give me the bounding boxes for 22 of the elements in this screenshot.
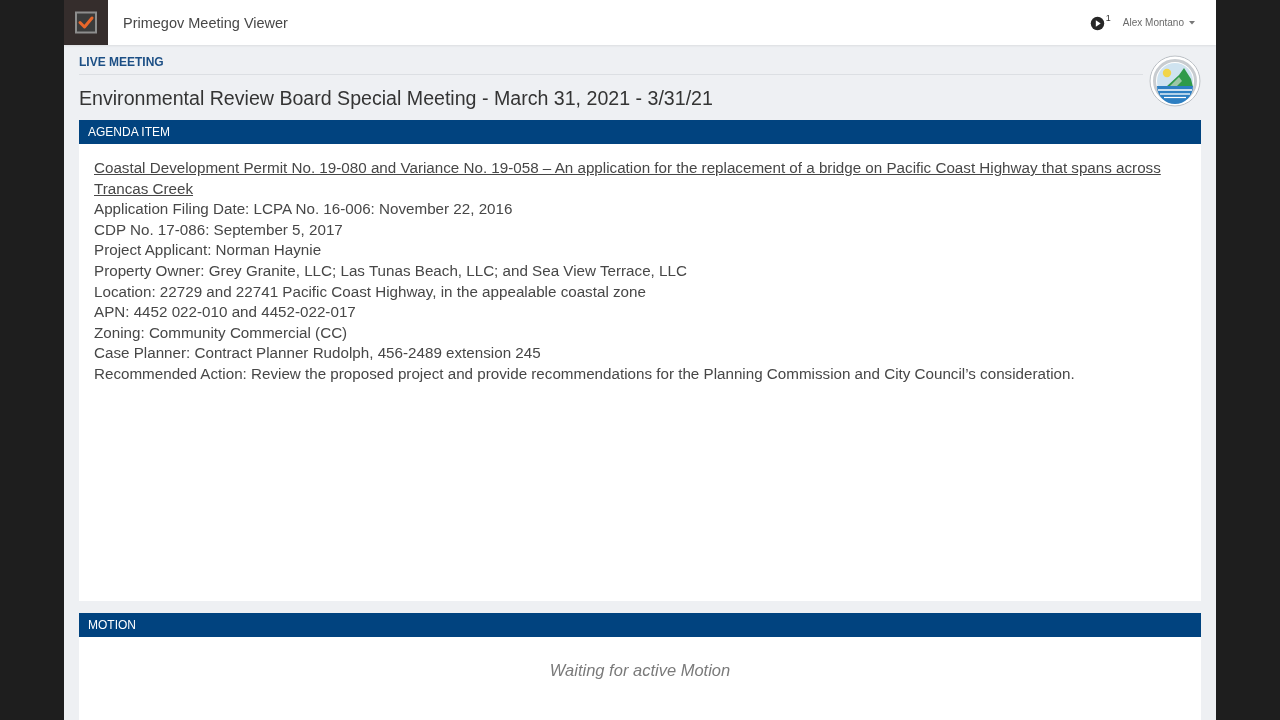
notifications-button[interactable]: 1 [1089, 14, 1111, 31]
agenda-detail-text: Case Planner: Contract Planner Rudolph, 456-2489 extension 245 [94, 343, 542, 364]
agenda-detail-text: CDP No. 17-086: September 5, 2017 [94, 219, 344, 240]
user-menu-button[interactable]: Alex Montano [1122, 17, 1195, 28]
agenda-detail-text: Location: 22729 and 22741 Pacific Coast Highway, in the appealable coastal zone [94, 281, 647, 302]
agenda-detail-text: APN: 4452 022-010 and 4452-022-017 [94, 302, 357, 323]
city-seal-logo [1149, 55, 1201, 107]
agenda-item-link[interactable]: Coastal Development Permit No. 19-080 and Variance No. 19-058 – An application for the replacement of a bridge on Pacific Coast Highway that spans across Trancas Creek [94, 158, 1186, 200]
agenda-detail-text: Project Applicant: Norman Haynie [94, 240, 323, 261]
agenda-detail-text: Application Filing Date: LCPA No. 16-006: November 22, 2016 [94, 199, 514, 220]
motion-status-text: Waiting for active Motion [549, 661, 731, 680]
play-circle-icon [1089, 16, 1105, 31]
live-meeting-label: LIVE MEETING [79, 55, 164, 69]
meeting-title: Environmental Review Board Special Meeting - March 31, 2021 - 3/31/21 [79, 86, 714, 110]
checked-box-icon [64, 0, 108, 45]
section-header: AGENDA ITEM [79, 120, 1201, 144]
agenda-detail-text: Property Owner: Grey Granite, LLC; Las Tunas Beach, LLC; and Sea View Terrace, LLC [94, 260, 688, 281]
caret-icon [1189, 20, 1195, 25]
agenda-detail-text: Recommended Action: Review the proposed project and provide recommendations for the Planning Commission and City Council’s consideration. [94, 363, 1076, 384]
agenda-detail-text: Zoning: Community Commercial (CC) [94, 322, 349, 343]
app-title: Primegov Meeting Viewer [123, 14, 288, 31]
section-header: MOTION [79, 613, 1201, 637]
